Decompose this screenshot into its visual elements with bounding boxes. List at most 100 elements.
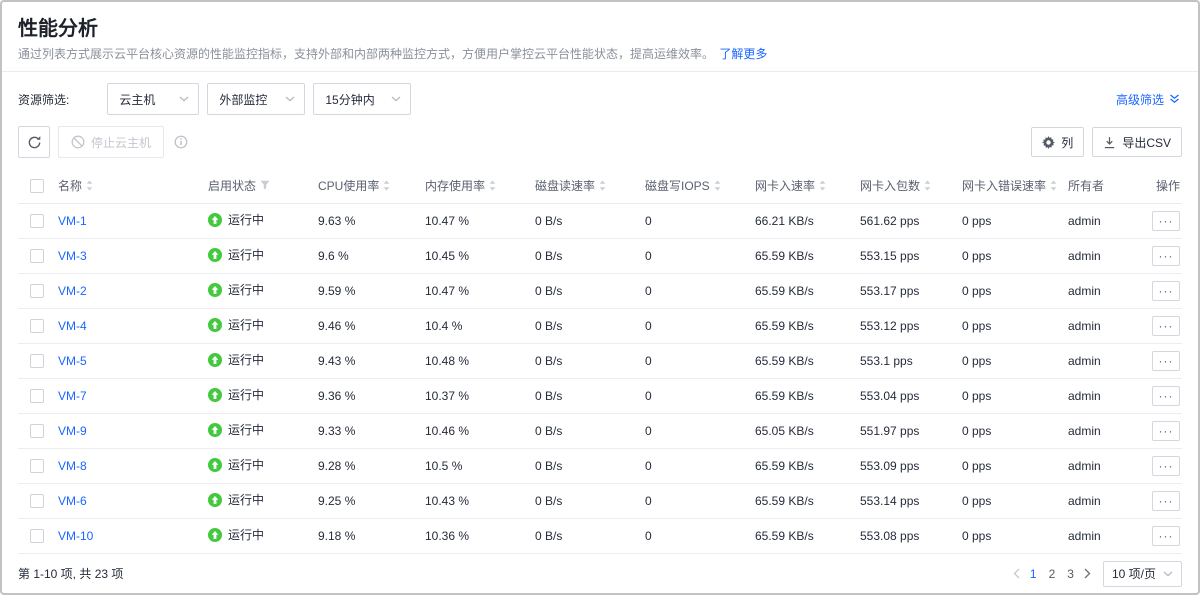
row-checkbox[interactable]	[30, 424, 44, 438]
row-actions-button[interactable]: ···	[1152, 421, 1180, 441]
row-checkbox[interactable]	[30, 529, 44, 543]
cell-net-in-pkts: 553.04 pps	[860, 378, 962, 413]
page-number-3[interactable]: 3	[1067, 567, 1074, 581]
cell-cpu: 9.63 %	[318, 203, 425, 238]
prev-page-button[interactable]	[1013, 568, 1020, 579]
cell-mem: 10.47 %	[425, 203, 535, 238]
vm-name-link[interactable]: VM-8	[58, 459, 87, 473]
row-actions-button[interactable]: ···	[1152, 526, 1180, 546]
stop-vm-button[interactable]: 停止云主机	[58, 126, 164, 158]
info-icon[interactable]	[174, 135, 188, 149]
column-label: 名称	[58, 177, 82, 194]
cell-net-in-pkts: 553.17 pps	[860, 273, 962, 308]
cell-cpu: 9.18 %	[318, 518, 425, 553]
column-header-disk-write-iops[interactable]: 磁盘写IOPS	[645, 168, 755, 203]
page-number-2[interactable]: 2	[1049, 567, 1056, 581]
page-title: 性能分析	[18, 18, 1182, 40]
columns-settings-button[interactable]: 列	[1031, 127, 1084, 157]
row-actions-button[interactable]: ···	[1152, 246, 1180, 266]
cell-cpu: 9.6 %	[318, 238, 425, 273]
row-checkbox[interactable]	[30, 319, 44, 333]
cell-disk-write-iops: 0	[645, 518, 755, 553]
column-header-net-in-err[interactable]: 网卡入错误速率	[962, 168, 1068, 203]
cell-net-in-pkts: 561.62 pps	[860, 203, 962, 238]
cell-net-in-err: 0 pps	[962, 343, 1068, 378]
cell-disk-read: 0 B/s	[535, 308, 645, 343]
monitor-type-select[interactable]: 外部监控	[207, 83, 305, 115]
page-header: 性能分析 通过列表方式展示云平台核心资源的性能监控指标，支持外部和内部两种监控方…	[2, 2, 1198, 61]
table-header-row: 名称 启用状态CPU使用率内存使用率 磁盘读速率磁盘写IOPS网卡入速率网卡入包数网…	[18, 168, 1182, 203]
column-header-net-in-pkts[interactable]: 网卡入包数	[860, 168, 962, 203]
vm-name-link[interactable]: VM-7	[58, 389, 87, 403]
column-header-cpu[interactable]: CPU使用率	[318, 168, 425, 203]
time-range-select[interactable]: 15分钟内	[313, 83, 411, 115]
table-body: VM-1运行中9.63 %10.47 %0 B/s066.21 KB/s561.…	[18, 203, 1182, 553]
status-label: 运行中	[228, 421, 264, 438]
column-header-disk-read[interactable]: 磁盘读速率	[535, 168, 645, 203]
cell-disk-read: 0 B/s	[535, 448, 645, 483]
vm-name-link[interactable]: VM-9	[58, 424, 87, 438]
refresh-button[interactable]	[18, 126, 50, 158]
cell-owner: admin	[1068, 483, 1128, 518]
cell-net-in-pkts: 553.15 pps	[860, 238, 962, 273]
cell-cpu: 9.36 %	[318, 378, 425, 413]
status-cell: 运行中	[208, 456, 264, 473]
row-actions-button[interactable]: ···	[1152, 456, 1180, 476]
vm-name-link[interactable]: VM-4	[58, 319, 87, 333]
vm-name-link[interactable]: VM-5	[58, 354, 87, 368]
stop-vm-label: 停止云主机	[91, 134, 151, 151]
status-label: 运行中	[228, 351, 264, 368]
cell-net-in: 65.59 KB/s	[755, 238, 860, 273]
advanced-filter-link[interactable]: 高级筛选	[1116, 91, 1180, 108]
cell-disk-read: 0 B/s	[535, 273, 645, 308]
row-actions-button[interactable]: ···	[1152, 281, 1180, 301]
row-checkbox[interactable]	[30, 494, 44, 508]
row-actions-button[interactable]: ···	[1152, 351, 1180, 371]
cell-net-in: 65.59 KB/s	[755, 308, 860, 343]
toolbar: 停止云主机 列 导出CSV	[2, 126, 1198, 158]
vm-name-link[interactable]: VM-10	[58, 529, 93, 543]
page-size-select[interactable]: 10 项/页	[1103, 561, 1182, 587]
column-header-name[interactable]: 名称	[58, 168, 208, 203]
vm-name-link[interactable]: VM-1	[58, 214, 87, 228]
cell-net-in-err: 0 pps	[962, 238, 1068, 273]
cell-cpu: 9.43 %	[318, 343, 425, 378]
next-page-button[interactable]	[1084, 568, 1091, 579]
vm-name-link[interactable]: VM-2	[58, 284, 87, 298]
running-status-icon	[208, 493, 222, 507]
cell-mem: 10.46 %	[425, 413, 535, 448]
learn-more-link[interactable]: 了解更多	[719, 47, 767, 61]
vm-name-link[interactable]: VM-6	[58, 494, 87, 508]
row-checkbox[interactable]	[30, 389, 44, 403]
row-checkbox[interactable]	[30, 354, 44, 368]
row-checkbox[interactable]	[30, 459, 44, 473]
export-csv-button[interactable]: 导出CSV	[1092, 127, 1182, 157]
row-actions-button[interactable]: ···	[1152, 211, 1180, 231]
cell-net-in-err: 0 pps	[962, 308, 1068, 343]
row-checkbox[interactable]	[30, 249, 44, 263]
vm-name-link[interactable]: VM-3	[58, 249, 87, 263]
cell-net-in: 65.59 KB/s	[755, 378, 860, 413]
row-actions-button[interactable]: ···	[1152, 316, 1180, 336]
row-checkbox[interactable]	[30, 284, 44, 298]
cell-cpu: 9.28 %	[318, 448, 425, 483]
column-header-net-in-rate[interactable]: 网卡入速率	[755, 168, 860, 203]
row-actions-button[interactable]: ···	[1152, 491, 1180, 511]
page-number-1[interactable]: 1	[1030, 567, 1037, 581]
cell-disk-write-iops: 0	[645, 238, 755, 273]
column-header-status[interactable]: 启用状态	[208, 168, 318, 203]
cell-disk-write-iops: 0	[645, 343, 755, 378]
resource-type-select[interactable]: 云主机	[107, 83, 199, 115]
cell-owner: admin	[1068, 518, 1128, 553]
column-header-mem[interactable]: 内存使用率	[425, 168, 535, 203]
status-label: 运行中	[228, 281, 264, 298]
cell-net-in-pkts: 553.08 pps	[860, 518, 962, 553]
cell-mem: 10.47 %	[425, 273, 535, 308]
row-checkbox[interactable]	[30, 214, 44, 228]
cell-owner: admin	[1068, 308, 1128, 343]
download-icon	[1103, 136, 1116, 149]
status-label: 运行中	[228, 386, 264, 403]
select-all-checkbox[interactable]	[30, 179, 44, 193]
column-label: 内存使用率	[425, 177, 485, 194]
row-actions-button[interactable]: ···	[1152, 386, 1180, 406]
